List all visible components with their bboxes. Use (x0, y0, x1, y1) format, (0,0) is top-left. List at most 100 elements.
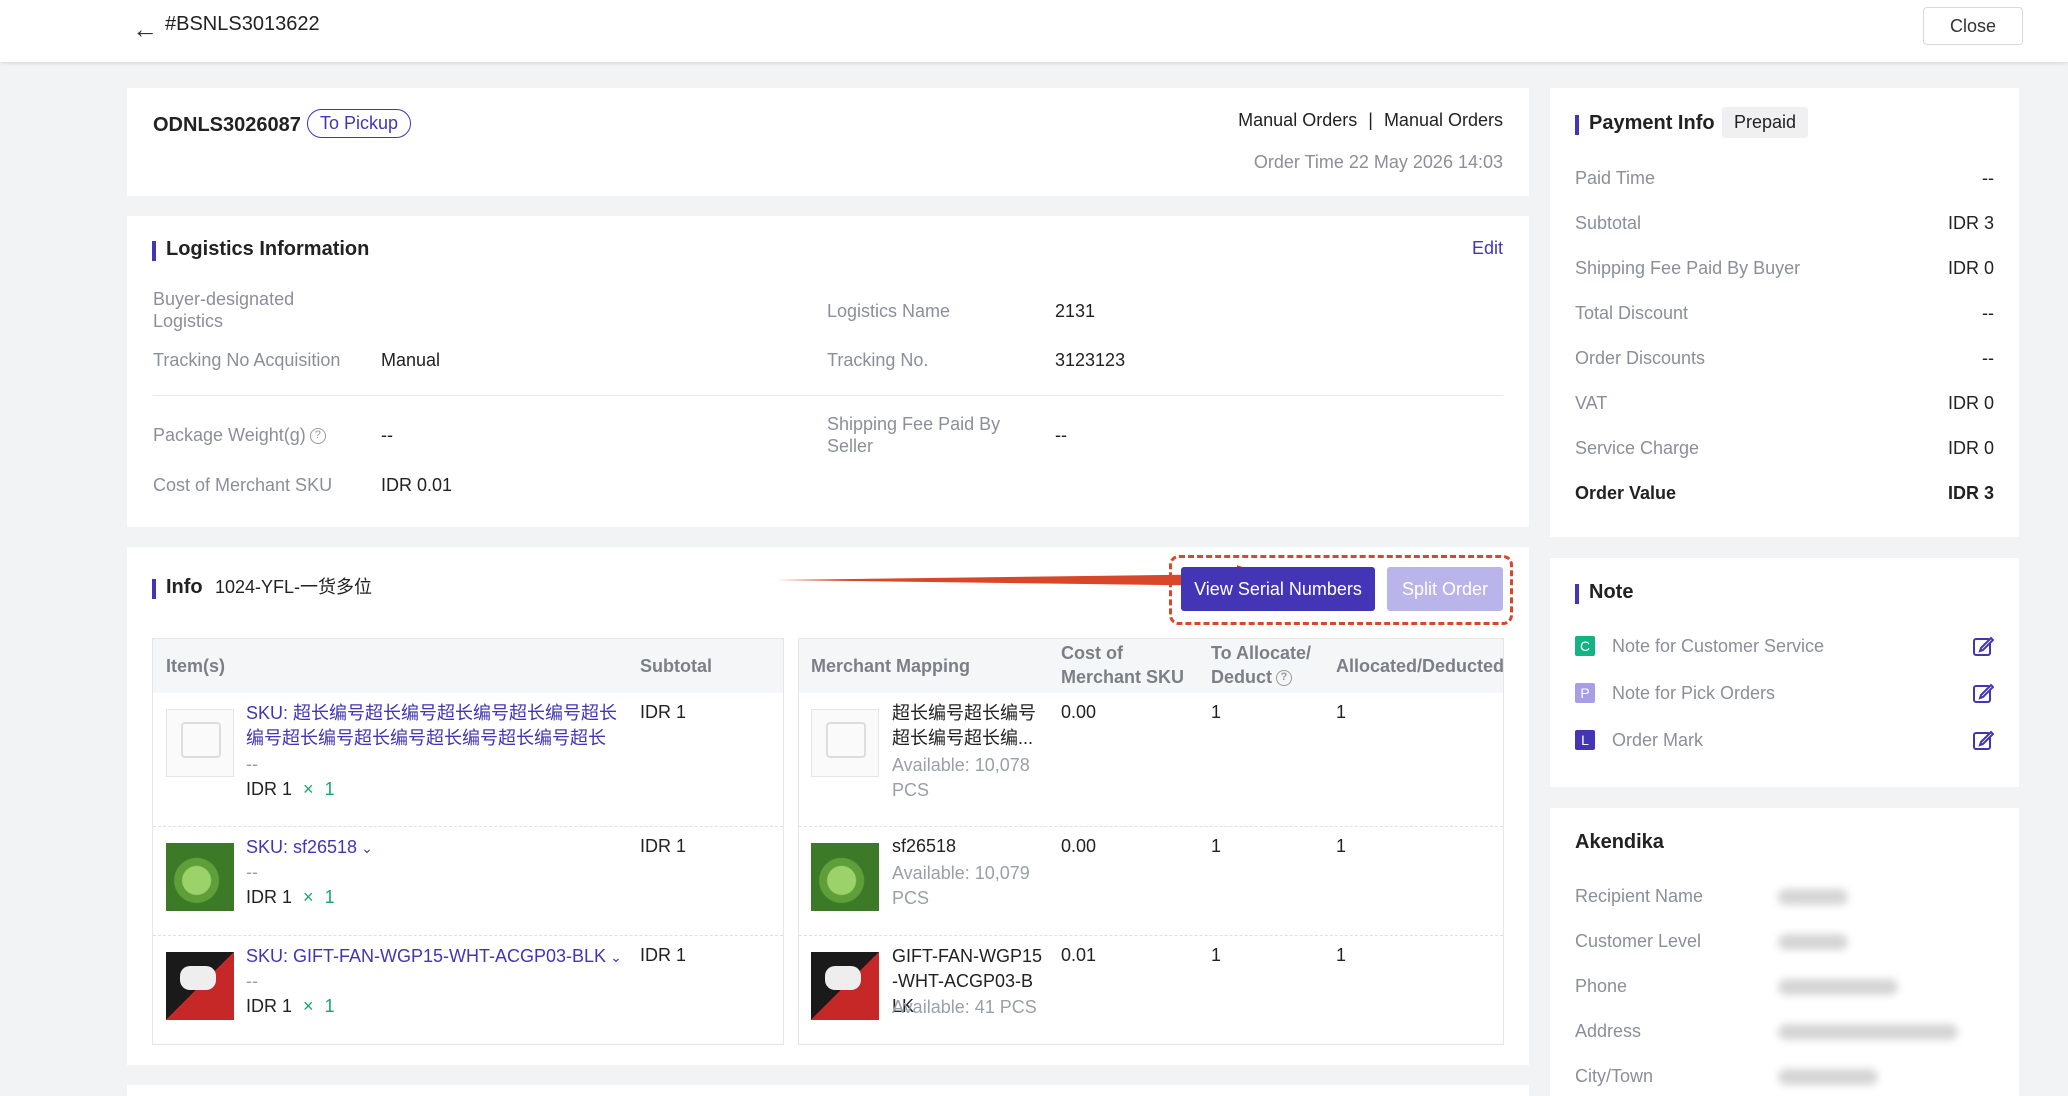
item-price: IDR 1 (246, 779, 293, 799)
source-separator: | (1368, 110, 1373, 130)
phone-label: Phone (1575, 976, 1628, 996)
row-subtotal: IDR 1 (640, 945, 687, 965)
item-qty: 1 (324, 996, 335, 1016)
mapping-cost: 0.00 (1061, 836, 1097, 856)
city-redacted (1778, 1069, 1878, 1085)
next-card (127, 1085, 1529, 1096)
edit-icon[interactable] (1972, 635, 1994, 657)
header-items: Item(s) (166, 656, 226, 676)
mapping-name: sf26518 (892, 836, 957, 856)
chevron-down-icon[interactable]: ⌄ (361, 840, 373, 856)
help-icon[interactable]: ? (309, 428, 326, 445)
city-label: City/Town (1575, 1066, 1654, 1086)
mapping-name: 超长编号超长编号超长编号超长编... (892, 703, 1036, 748)
item-qty: 1 (324, 887, 335, 907)
order-mark-badge: L (1575, 730, 1595, 750)
edit-icon[interactable] (1972, 682, 1994, 704)
customer-name: Akendika (1575, 831, 1664, 853)
source-a: Manual Orders (1238, 110, 1358, 130)
package-weight-value: -- (381, 425, 393, 445)
shipping-seller-label: Shipping Fee Paid By Seller (827, 414, 1001, 456)
multiply-icon: × (303, 779, 314, 799)
mapping-image (811, 952, 879, 1020)
cost-sku-value: IDR 0.01 (381, 475, 453, 495)
close-button[interactable]: Close (1923, 7, 2023, 45)
customer-level-label: Customer Level (1575, 931, 1702, 951)
payment-info-card: Payment Info Prepaid Paid Time -- Subtot… (1550, 88, 2019, 537)
logistics-divider (153, 395, 1503, 396)
logistics-title: Logistics Information (152, 238, 369, 261)
available-stock: Available: 10,079 PCS (892, 863, 1030, 908)
paid-time-label: Paid Time (1575, 168, 1656, 188)
service-charge-value: IDR 0 (1947, 438, 1994, 458)
order-discounts-label: Order Discounts (1575, 348, 1706, 368)
tracking-no-value: 3123123 (1055, 350, 1126, 370)
order-value-value: IDR 3 (1947, 483, 1994, 503)
customer-level-redacted (1778, 934, 1848, 950)
sku-link[interactable]: SKU: sf26518 ⌄ (246, 835, 373, 861)
mapping-cost: 0.01 (1061, 945, 1097, 965)
to-allocate: 1 (1211, 945, 1222, 965)
edit-logistics-link[interactable]: Edit (1472, 238, 1503, 259)
package-weight-text: Package Weight(g) (153, 425, 306, 445)
header-subtotal: Subtotal (640, 656, 712, 676)
sku-text: SKU: GIFT-FAN-WGP15-WHT-ACGP03-BLK (246, 946, 607, 966)
address-redacted (1778, 1024, 1958, 1040)
help-icon[interactable]: ? (1276, 670, 1293, 687)
page-title: #BSNLS3013622 (165, 13, 320, 35)
payment-title: Payment Info (1575, 112, 1715, 135)
customer-card: Akendika Recipient Name Customer Level P… (1550, 808, 2019, 1096)
item-price-qty: IDR 1 × 1 (246, 778, 335, 800)
mapping-image (811, 843, 879, 911)
address-label: Address (1575, 1021, 1642, 1041)
info-title: Info (152, 576, 203, 599)
available-stock: Available: 41 PCS (892, 997, 1037, 1017)
shipping-buyer-label: Shipping Fee Paid By Buyer (1575, 258, 1801, 278)
row-divider (799, 826, 1503, 827)
cost-sku-label: Cost of Merchant SKU (153, 475, 333, 495)
back-arrow-icon[interactable]: ← (132, 14, 158, 45)
view-serial-numbers-button[interactable]: View Serial Numbers (1181, 567, 1375, 611)
subtotal-value: IDR 3 (1947, 213, 1994, 233)
item-price-qty: IDR 1 × 1 (246, 886, 335, 908)
shipping-seller-value: -- (1055, 425, 1067, 445)
sku-link[interactable]: SKU: GIFT-FAN-WGP15-WHT-ACGP03-BLK ⌄ (246, 944, 622, 970)
pick-orders-badge: P (1575, 683, 1595, 703)
subtotal-label: Subtotal (1575, 213, 1642, 233)
order-summary-card: ODNLS3026087 To Pickup Manual Orders | M… (127, 88, 1529, 196)
paid-time-value: -- (1982, 168, 1994, 188)
sku-link[interactable]: SKU: 超长编号超长编号超长编号超长编号超长编号超长编号超长编号超长编号超长编… (246, 701, 630, 751)
to-allocate: 1 (1211, 836, 1222, 856)
split-order-button[interactable]: Split Order (1387, 567, 1503, 611)
buyer-designated-label: Buyer-designated Logistics (153, 289, 295, 331)
header-allocate-text: To Allocate/ Deduct (1211, 643, 1312, 687)
multiply-icon: × (303, 996, 314, 1016)
note-title: Note (1575, 581, 1633, 604)
status-badge: To Pickup (307, 109, 412, 138)
item-price: IDR 1 (246, 996, 293, 1016)
order-discounts-value: -- (1982, 348, 1994, 368)
order-id: ODNLS3026087 (153, 114, 301, 136)
allocated: 1 (1336, 945, 1347, 965)
order-source: Manual Orders | Manual Orders (1238, 109, 1503, 131)
header-allocate: To Allocate/ Deduct? (1211, 641, 1321, 689)
row-subtotal: IDR 1 (640, 702, 687, 722)
item-variant: -- (246, 862, 258, 882)
allocated: 1 (1336, 702, 1347, 722)
edit-icon[interactable] (1972, 729, 1994, 751)
note-card: Note C Note for Customer Service P Note … (1550, 558, 2019, 787)
mapping-table-header: Merchant Mapping Cost of Merchant SKU To… (799, 639, 1504, 693)
row-divider (799, 935, 1503, 936)
chevron-down-icon[interactable]: ⌄ (610, 949, 622, 965)
header-cost: Cost of Merchant SKU (1061, 643, 1185, 687)
logistics-name-value: 2131 (1055, 301, 1096, 321)
items-table-header: Item(s) Subtotal (153, 639, 783, 693)
allocated: 1 (1336, 836, 1347, 856)
note-order-mark-label: Order Mark (1612, 730, 1704, 750)
item-price-qty: IDR 1 × 1 (246, 995, 335, 1017)
item-qty: 1 (324, 779, 335, 799)
product-image-placeholder (166, 709, 234, 777)
package-weight-label: Package Weight(g)? (153, 424, 326, 446)
header-merchant-mapping: Merchant Mapping (811, 656, 971, 676)
recipient-name-label: Recipient Name (1575, 886, 1704, 906)
